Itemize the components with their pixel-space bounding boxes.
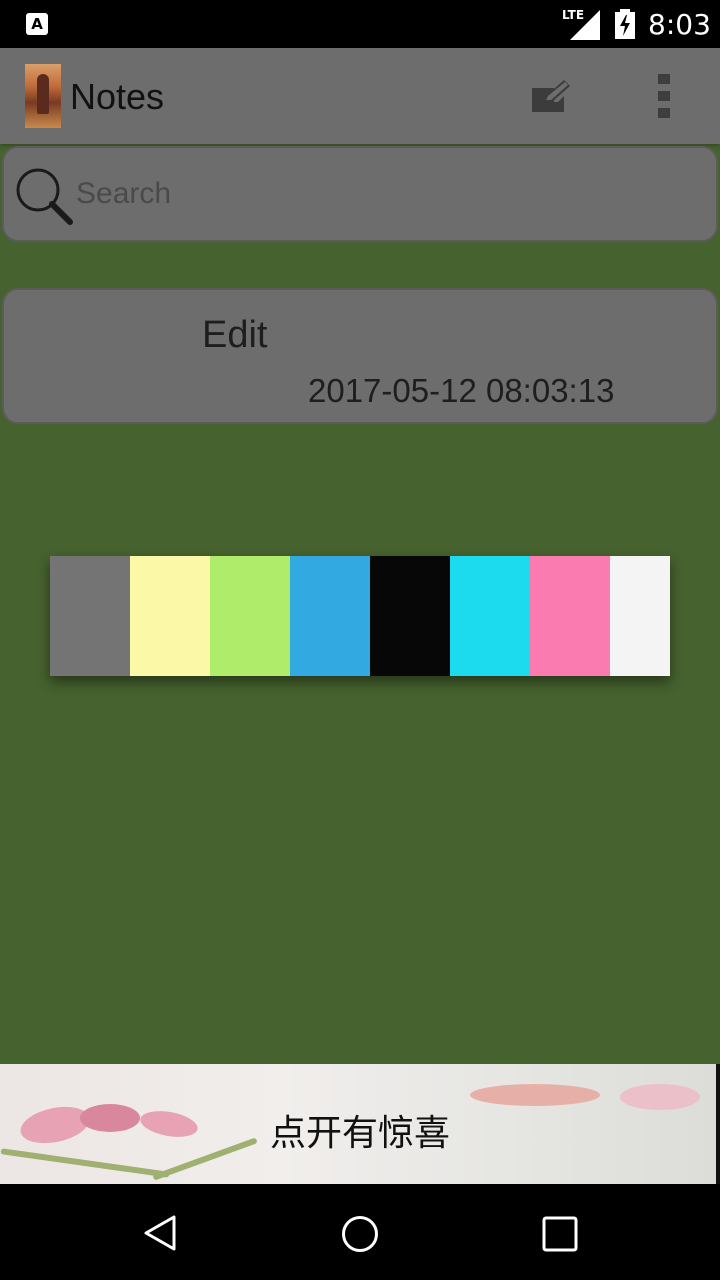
color-swatch[interactable] xyxy=(130,556,210,676)
home-icon[interactable] xyxy=(340,1214,380,1254)
note-title: Edit xyxy=(202,314,268,356)
back-icon[interactable] xyxy=(142,1214,178,1252)
more-vert-icon[interactable] xyxy=(652,72,676,120)
note-card[interactable]: Edit 2017-05-12 08:03:13 xyxy=(2,288,718,424)
app-title: Notes xyxy=(70,76,165,117)
app-logo xyxy=(25,64,61,128)
clock: 8:03 xyxy=(648,8,711,41)
color-palette xyxy=(50,556,670,676)
note-date: 2017-05-12 08:03:13 xyxy=(308,372,615,409)
navigation-bar xyxy=(0,1184,720,1280)
color-swatch[interactable] xyxy=(530,556,610,676)
banner-dish xyxy=(470,1084,600,1106)
color-swatch[interactable] xyxy=(50,556,130,676)
banner-ad[interactable]: 点开有惊喜 xyxy=(0,1064,716,1184)
app-bar: Notes xyxy=(0,48,720,144)
search-input[interactable] xyxy=(76,172,676,216)
recents-icon[interactable] xyxy=(542,1216,578,1252)
banner-edge xyxy=(716,1064,720,1184)
search-icon xyxy=(16,168,73,225)
search-bar xyxy=(2,146,718,242)
status-bar: A LTE 8:03 xyxy=(0,0,720,48)
color-swatch[interactable] xyxy=(610,556,670,676)
color-swatch[interactable] xyxy=(370,556,450,676)
banner-text: 点开有惊喜 xyxy=(269,1113,450,1154)
color-swatch[interactable] xyxy=(210,556,290,676)
battery-charging-icon xyxy=(615,9,635,39)
notification-a-icon: A xyxy=(26,13,48,35)
color-swatch[interactable] xyxy=(450,556,530,676)
color-swatch[interactable] xyxy=(290,556,370,676)
signal-icon xyxy=(570,10,600,40)
compose-icon[interactable] xyxy=(528,76,572,116)
